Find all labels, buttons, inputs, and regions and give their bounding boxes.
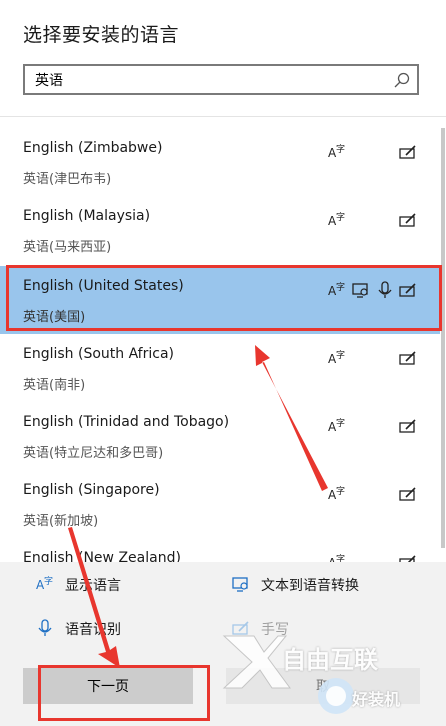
feature-label: 文本到语音转换: [261, 578, 359, 594]
list-scrollbar[interactable]: [441, 128, 445, 548]
display-language-icon: A字: [328, 349, 345, 366]
language-row-new-zealand[interactable]: English (New Zealand) A字: [0, 538, 440, 562]
language-name: English (Trinidad and Tobago): [23, 414, 230, 430]
svg-text:字: 字: [336, 417, 345, 429]
language-row-south-africa[interactable]: English (South Africa) 英语(南非) A字: [0, 334, 440, 402]
language-name: English (Zimbabwe): [23, 140, 163, 156]
language-name: English (New Zealand): [23, 550, 181, 562]
language-row-trinidad-and-tobago[interactable]: English (Trinidad and Tobago) 英语(特立尼达和多巴…: [0, 402, 440, 470]
handwriting-icon: [399, 487, 416, 501]
handwriting-icon: [232, 621, 249, 635]
search-box[interactable]: [23, 64, 419, 95]
microphone-icon: [378, 281, 392, 298]
language-list[interactable]: English (Zimbabwe) 英语(津巴布韦) A字 English (…: [0, 128, 440, 562]
language-native-name: 英语(特立尼达和多巴哥): [23, 446, 164, 461]
language-native-name: 英语(马来西亚): [23, 240, 112, 255]
language-name: English (United States): [23, 278, 184, 294]
search-icon[interactable]: [393, 71, 411, 89]
svg-text:字: 字: [336, 281, 345, 293]
divider: [0, 116, 446, 117]
feature-handwriting: 手写: [231, 618, 391, 640]
svg-text:字: 字: [336, 485, 345, 497]
text-to-speech-icon: [232, 577, 248, 592]
language-name: English (Malaysia): [23, 208, 151, 224]
language-row-malaysia[interactable]: English (Malaysia) 英语(马来西亚) A字: [0, 196, 440, 264]
handwriting-icon: [399, 213, 416, 227]
display-language-icon: A字: [36, 575, 53, 592]
feature-text-to-speech: 文本到语音转换: [231, 574, 421, 596]
feature-display-language: A字 显示语言: [35, 574, 195, 596]
cancel-button[interactable]: 取: [226, 668, 420, 704]
language-row-united-states[interactable]: English (United States) 英语(美国) A字: [0, 266, 440, 334]
next-button[interactable]: 下一页: [23, 668, 193, 704]
language-native-name: 英语(津巴布韦): [23, 172, 112, 187]
handwriting-icon: [399, 145, 416, 159]
language-native-name: 英语(美国): [23, 310, 86, 325]
language-native-name: 英语(南非): [23, 378, 86, 393]
handwriting-icon: [399, 283, 416, 297]
handwriting-icon: [399, 351, 416, 365]
text-to-speech-icon: [352, 283, 368, 298]
svg-text:字: 字: [44, 575, 53, 587]
svg-text:字: 字: [336, 553, 345, 562]
display-language-icon: A字: [328, 143, 345, 160]
microphone-icon: [38, 619, 52, 636]
search-input[interactable]: [25, 66, 385, 93]
handwriting-icon: [399, 555, 416, 562]
dialog-title: 选择要安装的语言: [23, 24, 180, 46]
language-row-singapore[interactable]: English (Singapore) 英语(新加坡) A字: [0, 470, 440, 538]
language-name: English (Singapore): [23, 482, 160, 498]
feature-label: 语音识别: [65, 622, 121, 638]
svg-text:字: 字: [336, 211, 345, 223]
display-language-icon: A字: [328, 281, 345, 298]
display-language-icon: A字: [328, 417, 345, 434]
language-row-zimbabwe[interactable]: English (Zimbabwe) 英语(津巴布韦) A字: [0, 128, 440, 196]
handwriting-icon: [399, 419, 416, 433]
feature-speech-recognition: 语音识别: [35, 618, 195, 640]
svg-text:字: 字: [336, 349, 345, 361]
display-language-icon: A字: [328, 485, 345, 502]
feature-label: 显示语言: [65, 578, 121, 594]
feature-label: 手写: [261, 622, 289, 638]
svg-text:字: 字: [336, 143, 345, 155]
display-language-icon: A字: [328, 553, 345, 562]
language-native-name: 英语(新加坡): [23, 514, 99, 529]
language-name: English (South Africa): [23, 346, 174, 362]
display-language-icon: A字: [328, 211, 345, 228]
